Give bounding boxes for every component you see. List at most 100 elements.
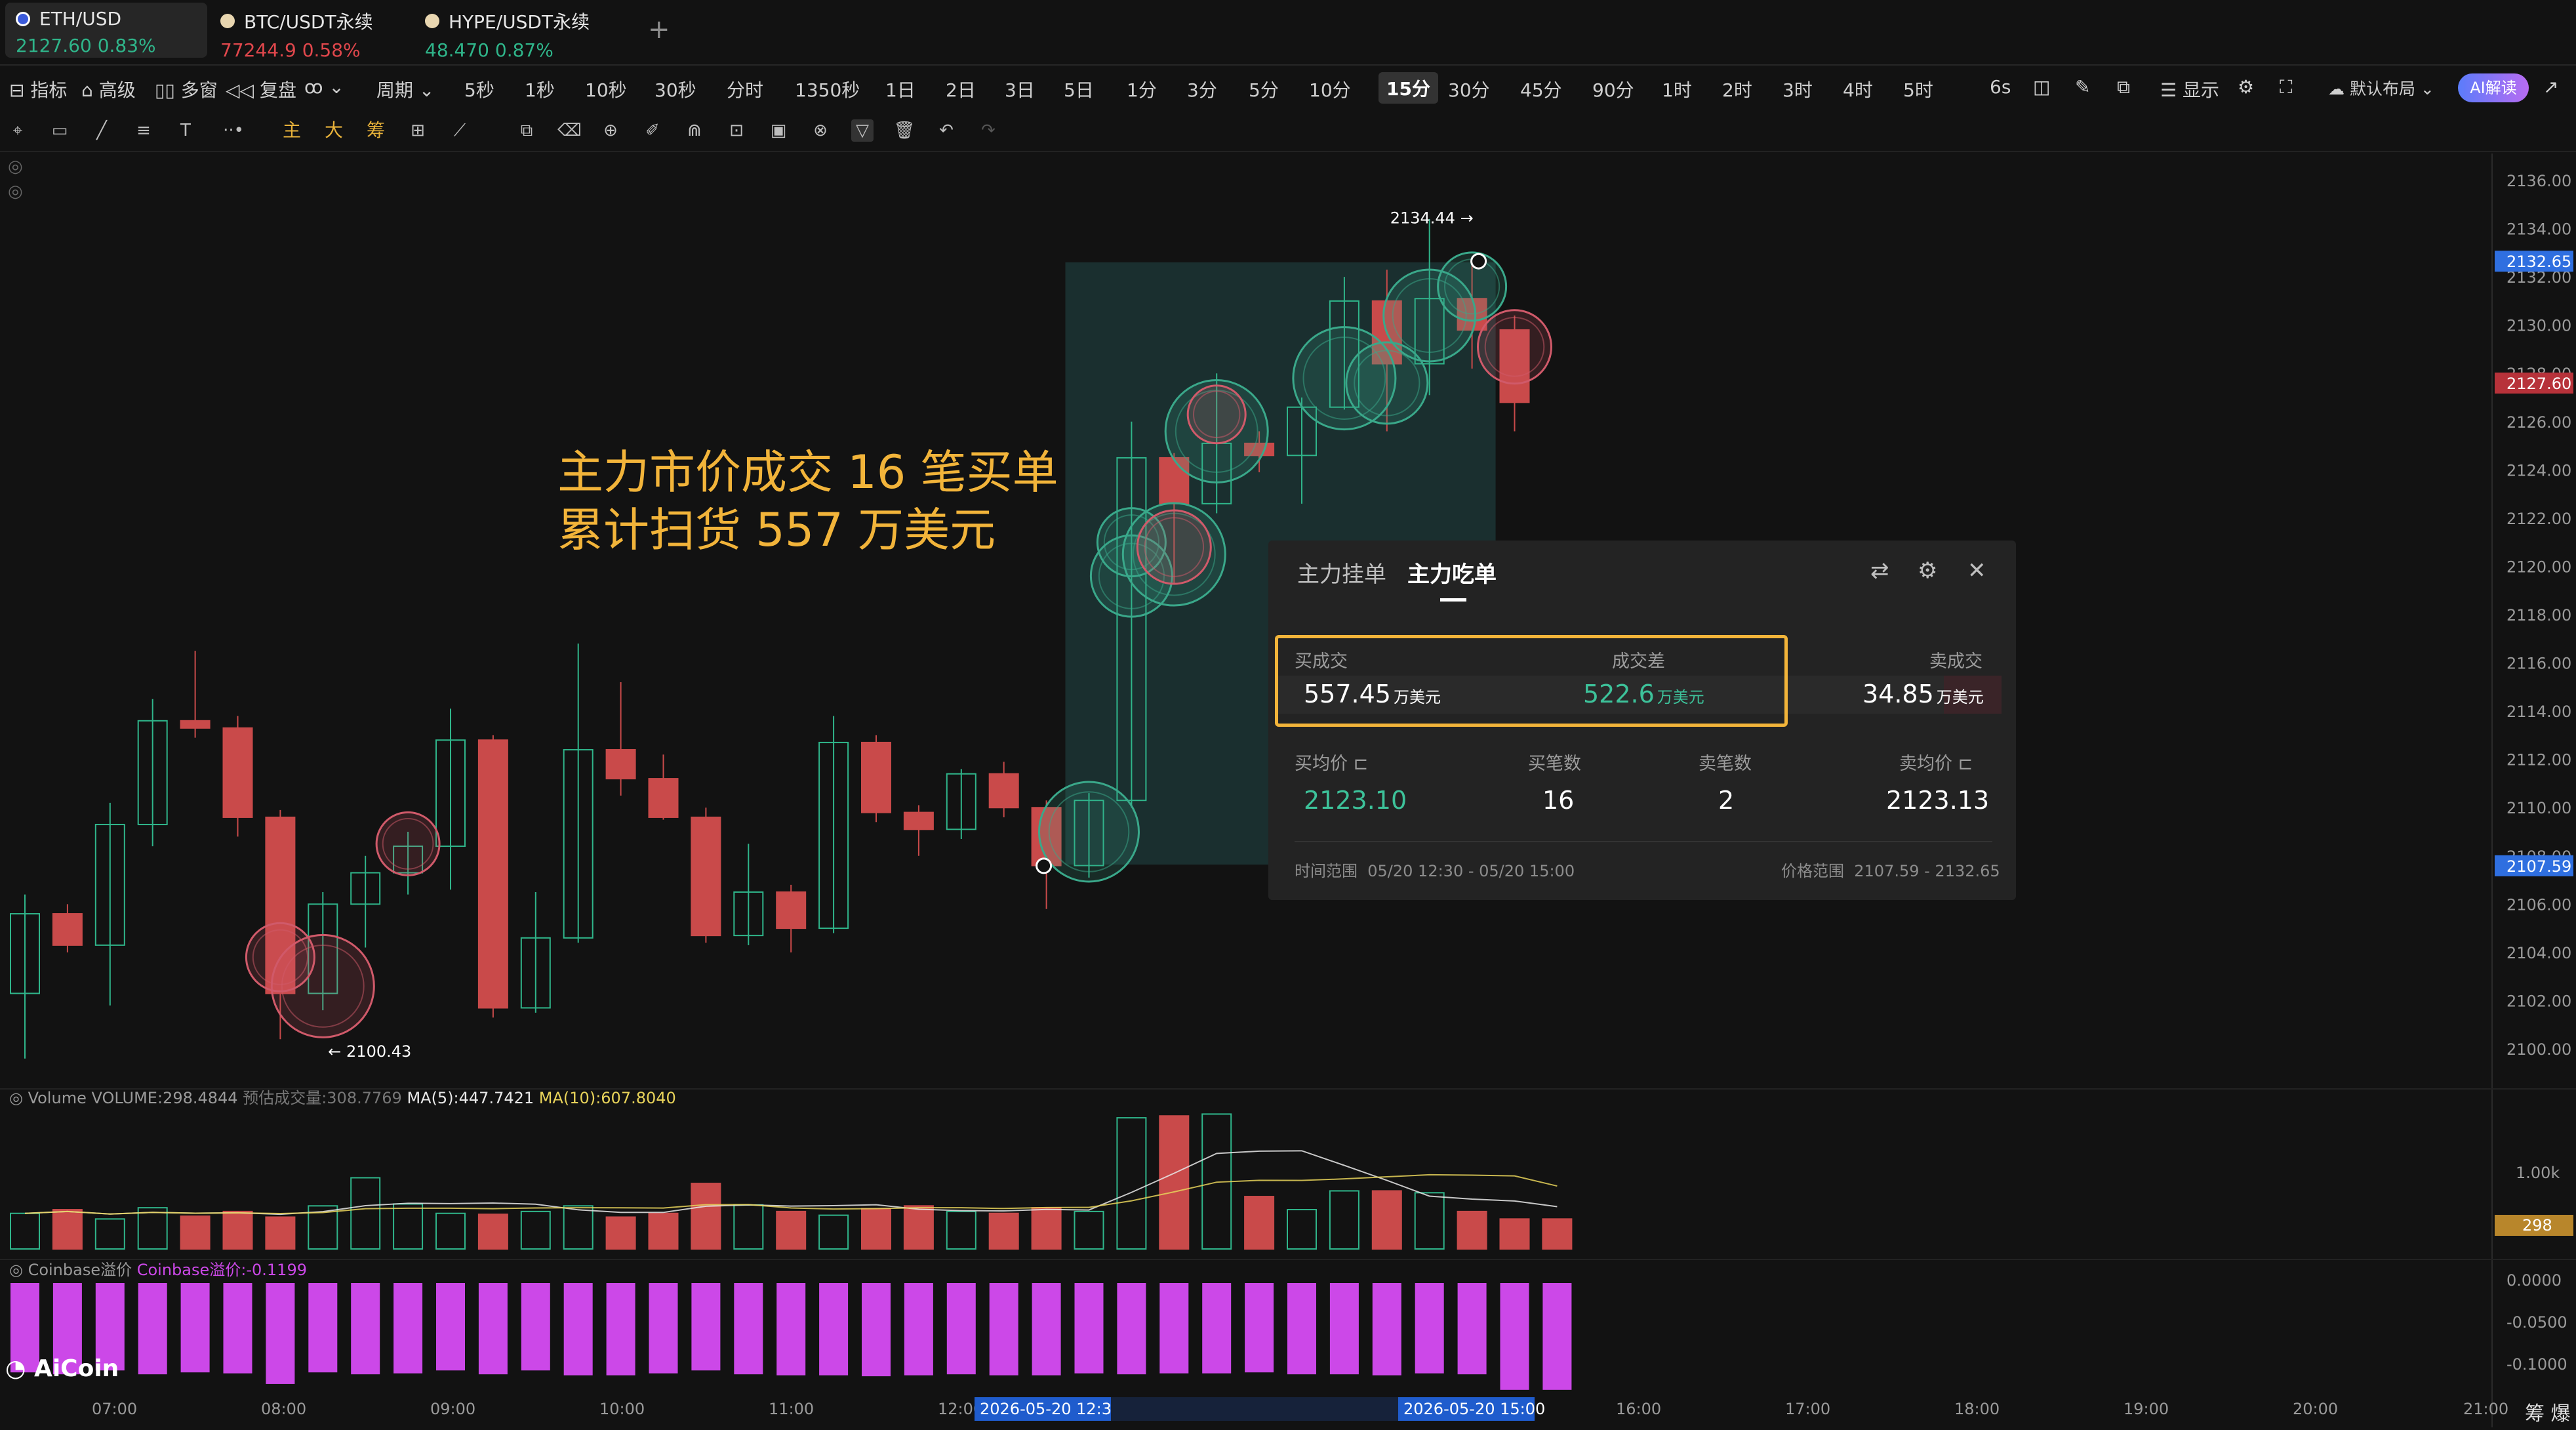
text-tool-icon[interactable]: T xyxy=(174,119,197,142)
candle[interactable] xyxy=(733,844,764,945)
eraser-icon[interactable]: ⌫ xyxy=(557,119,582,142)
candle[interactable] xyxy=(605,682,636,796)
candle[interactable] xyxy=(563,644,594,943)
interval-20[interactable]: 3时 xyxy=(1782,76,1813,102)
order-bubble-sell[interactable] xyxy=(375,811,441,876)
chart-type-dropdown[interactable]: ꝏ ⌄ xyxy=(304,76,344,98)
close-icon[interactable]: ✕ xyxy=(1967,558,1986,584)
layout-dropdown[interactable]: ☁ 默认布局 ⌄ xyxy=(2328,76,2434,100)
filter-icon[interactable]: ▽ xyxy=(851,119,874,142)
candle[interactable] xyxy=(861,735,891,823)
trash-icon[interactable]: 🗑 xyxy=(893,119,916,142)
collapse-icon[interactable]: ◎ xyxy=(8,157,23,176)
ai-analysis-button[interactable]: AI解读 xyxy=(2458,73,2529,102)
camera-icon[interactable]: ◫ xyxy=(2033,76,2050,98)
range-start-marker[interactable] xyxy=(1036,857,1053,874)
swap-icon[interactable]: ⇄ xyxy=(1870,558,1889,584)
interval-11[interactable]: 3分 xyxy=(1187,76,1217,102)
redo-icon[interactable]: ↷ xyxy=(977,119,999,142)
big-order-toggle[interactable]: 大 xyxy=(323,119,345,142)
parallel-lines-icon[interactable]: ≡ xyxy=(132,119,155,142)
ruler-icon[interactable]: ⟋ xyxy=(449,119,471,142)
add-tab-icon[interactable]: + xyxy=(648,14,670,45)
period-dropdown[interactable]: 周期 ⌄ xyxy=(376,76,434,102)
export-icon[interactable]: ⧉ xyxy=(2117,76,2130,98)
interval-4[interactable]: 分时 xyxy=(727,76,763,102)
more-tools-icon[interactable]: ··• xyxy=(219,119,248,142)
advanced-button[interactable]: ⌂ 高级 xyxy=(81,76,136,102)
settings-icon[interactable]: ⚙ xyxy=(2238,76,2254,98)
tab-eth-usd[interactable]: ETH/USD 2127.60 0.83% xyxy=(5,3,207,58)
replay-button[interactable]: ◁◁ 复盘 xyxy=(226,76,296,102)
order-bubble-buy[interactable] xyxy=(1038,781,1140,883)
burst-button[interactable]: 爆 xyxy=(2551,1402,2571,1425)
interval-0[interactable]: 5秒 xyxy=(464,76,494,102)
candle[interactable] xyxy=(222,716,253,837)
candle[interactable] xyxy=(988,762,1019,817)
candle[interactable] xyxy=(137,699,168,847)
interval-7[interactable]: 2日 xyxy=(946,76,976,102)
display-button[interactable]: ☰ 显示 xyxy=(2160,76,2219,102)
interval-3[interactable]: 30秒 xyxy=(654,76,696,102)
interval-5[interactable]: 1350秒 xyxy=(795,76,860,102)
main-force-toggle[interactable]: 主 xyxy=(281,119,303,142)
save-icon[interactable]: ▣ xyxy=(767,119,790,142)
order-bubble-sell[interactable] xyxy=(1186,384,1247,445)
candle[interactable] xyxy=(94,802,125,1006)
magnet-icon[interactable]: ⋒ xyxy=(683,119,706,142)
interval-19[interactable]: 2时 xyxy=(1722,76,1752,102)
brush-icon[interactable]: ✐ xyxy=(641,119,664,142)
candle[interactable] xyxy=(903,805,934,856)
candle[interactable] xyxy=(435,708,466,890)
interval-13[interactable]: 10分 xyxy=(1309,76,1351,102)
candle[interactable] xyxy=(776,884,807,952)
interval-21[interactable]: 4时 xyxy=(1843,76,1873,102)
order-bubble-sell[interactable] xyxy=(245,922,315,992)
interval-1[interactable]: 1秒 xyxy=(525,76,555,102)
interval-6[interactable]: 1日 xyxy=(885,76,916,102)
candle[interactable] xyxy=(520,891,551,1013)
interval-22[interactable]: 5时 xyxy=(1903,76,1933,102)
zoom-in-icon[interactable]: ⊕ xyxy=(599,119,622,142)
candle[interactable] xyxy=(180,651,211,738)
chips-button[interactable]: 筹 xyxy=(2525,1402,2545,1425)
order-bubble-sell[interactable] xyxy=(1136,509,1212,585)
indicators-button[interactable]: ⊟ 指标 xyxy=(9,76,67,102)
tab-btc-usdt[interactable]: BTC/USDT永续 77244.9 0.58% xyxy=(210,3,413,61)
tab-hype-usdt[interactable]: HYPE/USDT永续 48.470 0.87% xyxy=(414,3,631,61)
interval-9[interactable]: 5日 xyxy=(1064,76,1094,102)
interval-14[interactable]: 15分 xyxy=(1379,72,1438,104)
share-icon[interactable]: ↗ xyxy=(2543,76,2558,98)
chips-toggle[interactable]: 筹 xyxy=(365,119,387,142)
link-icon[interactable]: ⊗ xyxy=(809,119,832,142)
candle[interactable] xyxy=(10,894,40,1059)
candle[interactable] xyxy=(52,904,83,952)
interval-10[interactable]: 1分 xyxy=(1127,76,1157,102)
expand-icon[interactable]: ◎ xyxy=(8,182,23,201)
candle[interactable] xyxy=(691,807,721,943)
candle[interactable] xyxy=(477,735,508,1018)
calculator-icon[interactable]: ⊞ xyxy=(407,119,429,142)
candle[interactable] xyxy=(818,716,849,933)
pencil-icon[interactable]: ✎ xyxy=(2075,76,2090,98)
line-tool-icon[interactable]: ╱ xyxy=(91,119,113,142)
interval-12[interactable]: 5分 xyxy=(1249,76,1279,102)
order-bubble-sell[interactable] xyxy=(1477,309,1552,385)
tab-main-orders[interactable]: 主力挂单 xyxy=(1297,556,1386,588)
interval-15[interactable]: 30分 xyxy=(1448,76,1490,102)
lock-icon[interactable]: ⊡ xyxy=(725,119,748,142)
interval-17[interactable]: 90分 xyxy=(1592,76,1634,102)
gear-icon[interactable]: ⚙ xyxy=(1918,558,1937,584)
candle[interactable] xyxy=(648,754,679,820)
tab-main-eat[interactable]: 主力吃单 xyxy=(1407,556,1497,588)
candle[interactable] xyxy=(350,855,381,948)
fullscreen-icon[interactable]: ⛶ xyxy=(2280,76,2293,98)
interval-8[interactable]: 3日 xyxy=(1005,76,1035,102)
multi-window-button[interactable]: ▯▯ 多窗 xyxy=(155,76,218,102)
interval-16[interactable]: 45分 xyxy=(1520,76,1562,102)
rectangle-icon[interactable]: ▭ xyxy=(49,119,71,142)
copy-icon[interactable]: ⧉ xyxy=(515,119,538,142)
candle[interactable] xyxy=(946,769,976,840)
undo-icon[interactable]: ↶ xyxy=(935,119,957,142)
interval-18[interactable]: 1时 xyxy=(1662,76,1692,102)
